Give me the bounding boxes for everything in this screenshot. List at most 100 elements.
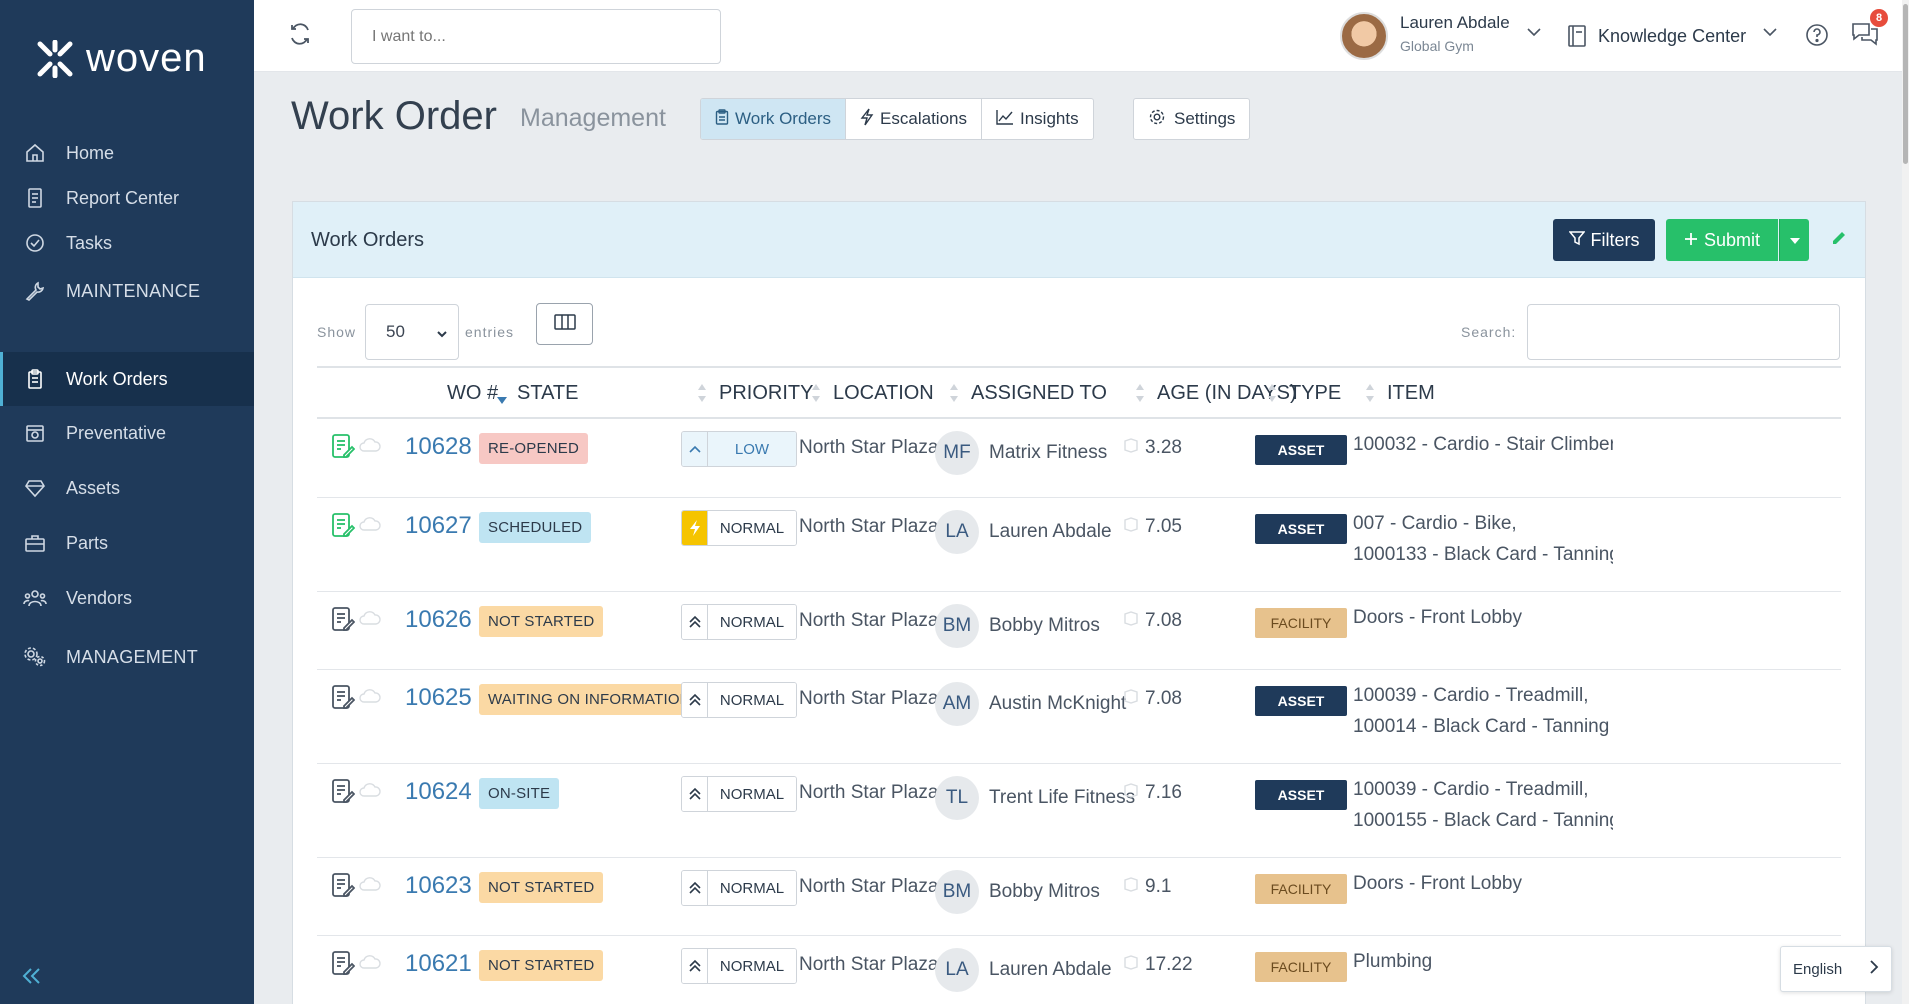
type-badge: FACILITY xyxy=(1255,952,1347,982)
status-badge: ON-SITE xyxy=(479,778,560,809)
knowledge-center-link[interactable]: Knowledge Center xyxy=(1598,26,1746,47)
edit-doc-icon[interactable] xyxy=(331,872,356,905)
priority-label: LOW xyxy=(708,432,796,466)
search-input[interactable] xyxy=(1527,304,1840,360)
wo-number-link[interactable]: 10627 xyxy=(405,512,472,540)
double-chevron-up-icon xyxy=(682,949,708,983)
priority-label: NORMAL xyxy=(708,777,796,811)
edit-doc-icon[interactable] xyxy=(331,684,356,717)
wo-number-link[interactable]: 10625 xyxy=(405,684,472,712)
item-cell: 100039 - Cardio - Treadmill, 1000155 - B… xyxy=(1353,774,1613,836)
wo-number-link[interactable]: 10626 xyxy=(405,606,472,634)
sidebar-item-vendors[interactable]: Vendors xyxy=(0,571,254,625)
column-header-state[interactable]: STATE xyxy=(517,382,578,405)
table-row[interactable]: 10624 ON-SITE NORMAL North Star Plaza TL… xyxy=(317,764,1841,858)
wo-number-link[interactable]: 10623 xyxy=(405,872,472,900)
submit-dropdown-button[interactable] xyxy=(1779,219,1809,261)
priority-label: NORMAL xyxy=(708,683,796,717)
chevron-down-icon[interactable] xyxy=(1762,24,1778,45)
age-cell: 7.08 xyxy=(1123,610,1182,632)
column-header-priority[interactable]: PRIORITY xyxy=(719,382,813,405)
priority-label: NORMAL xyxy=(708,949,796,983)
sort-icon[interactable] xyxy=(811,382,821,404)
column-header-item[interactable]: ITEM xyxy=(1387,382,1435,405)
wo-number-link[interactable]: 10628 xyxy=(405,433,472,461)
clock-icon xyxy=(1123,876,1139,898)
settings-button[interactable]: Settings xyxy=(1133,98,1251,140)
column-header-assigned-to[interactable]: ASSIGNED TO xyxy=(971,382,1107,405)
filters-button[interactable]: Filters xyxy=(1553,219,1655,261)
woven-logo-icon xyxy=(37,39,73,78)
sidebar: woven Home Report Center Tasks MAINTENAN… xyxy=(0,0,254,1004)
priority-badge: NORMAL xyxy=(681,682,797,718)
clock-icon xyxy=(1123,437,1139,459)
priority-badge: NORMAL xyxy=(681,948,797,984)
pencil-icon[interactable] xyxy=(1831,230,1847,251)
edit-doc-icon[interactable] xyxy=(331,950,356,983)
edit-doc-icon[interactable] xyxy=(331,778,356,811)
priority-label: NORMAL xyxy=(708,511,796,545)
sort-desc-icon[interactable] xyxy=(497,392,507,410)
tab-work-orders[interactable]: Work Orders xyxy=(701,99,847,139)
table-row[interactable]: 10627 SCHEDULED NORMAL North Star Plaza … xyxy=(317,498,1841,592)
priority-badge: NORMAL xyxy=(681,870,797,906)
sidebar-item-management[interactable]: MANAGEMENT xyxy=(0,630,254,684)
sidebar-item-tasks[interactable]: Tasks xyxy=(0,216,254,270)
refresh-icon[interactable] xyxy=(288,22,312,51)
submit-button[interactable]: Submit xyxy=(1666,219,1778,261)
entries-select[interactable]: 50 xyxy=(365,304,459,360)
logo[interactable]: woven xyxy=(36,36,207,81)
column-header-type[interactable]: TYPE xyxy=(1289,382,1341,405)
entries-label: entries xyxy=(465,324,515,340)
help-icon[interactable] xyxy=(1804,22,1830,53)
assignee: BM Bobby Mitros xyxy=(935,870,1100,914)
sort-icon[interactable] xyxy=(1135,382,1145,404)
table-row[interactable]: 10625 WAITING ON INFORMATION NORMAL Nort… xyxy=(317,670,1841,764)
sidebar-item-maintenance[interactable]: MAINTENANCE xyxy=(0,264,254,318)
sort-icon[interactable] xyxy=(697,382,707,404)
sidebar-item-assets[interactable]: Assets xyxy=(0,461,254,515)
type-badge: FACILITY xyxy=(1255,608,1347,638)
collapse-sidebar-icon[interactable] xyxy=(22,960,42,992)
avatar: BM xyxy=(935,604,979,648)
i-want-to-input[interactable] xyxy=(351,9,721,64)
priority-badge: NORMAL xyxy=(681,604,797,640)
sidebar-item-preventative[interactable]: Preventative xyxy=(0,406,254,460)
priority-label: NORMAL xyxy=(708,871,796,905)
chevron-down-icon[interactable] xyxy=(1526,24,1542,45)
item-line: Plumbing xyxy=(1353,951,1433,972)
topbar: Lauren Abdale Global Gym Knowledge Cente… xyxy=(254,0,1909,72)
sidebar-item-parts[interactable]: Parts xyxy=(0,516,254,570)
wo-number-link[interactable]: 10624 xyxy=(405,778,472,806)
item-line: 100039 - Cardio - Treadmill, xyxy=(1353,685,1589,706)
tab-escalations[interactable]: Escalations xyxy=(846,99,982,139)
tab-insights[interactable]: Insights xyxy=(982,99,1093,139)
edit-doc-icon[interactable] xyxy=(331,606,356,639)
type-badge: ASSET xyxy=(1255,514,1347,544)
sort-icon[interactable] xyxy=(949,382,959,404)
table-row[interactable]: 10623 NOT STARTED NORMAL North Star Plaz… xyxy=(317,858,1841,936)
avatar[interactable] xyxy=(1340,12,1388,60)
priority-badge: NORMAL xyxy=(681,776,797,812)
cloud-icon xyxy=(359,437,381,458)
sidebar-item-work-orders[interactable]: Work Orders xyxy=(0,352,254,406)
table-row[interactable]: 10626 NOT STARTED NORMAL North Star Plaz… xyxy=(317,592,1841,670)
scrollbar-thumb[interactable] xyxy=(1903,4,1908,164)
edit-doc-icon[interactable] xyxy=(331,512,356,545)
table-row[interactable]: 10621 NOT STARTED NORMAL North Star Plaz… xyxy=(317,936,1841,1004)
sort-icon[interactable] xyxy=(1267,382,1277,404)
language-selector[interactable]: English xyxy=(1780,946,1892,992)
column-toggle-button[interactable] xyxy=(536,303,593,345)
user-name[interactable]: Lauren Abdale xyxy=(1400,13,1510,33)
book-icon[interactable] xyxy=(1566,24,1588,53)
wo-number-link[interactable]: 10621 xyxy=(405,950,472,978)
sort-icon[interactable] xyxy=(1365,382,1375,404)
toolbox-icon xyxy=(22,530,48,556)
table-row[interactable]: 10628 RE-OPENED LOW North Star Plaza MF … xyxy=(317,419,1841,498)
column-header-wo[interactable]: WO # xyxy=(447,382,498,405)
assignee-name: Matrix Fitness xyxy=(989,442,1108,463)
edit-doc-icon[interactable] xyxy=(331,433,356,466)
column-header-location[interactable]: LOCATION xyxy=(833,382,934,405)
sidebar-item-label: Work Orders xyxy=(66,368,168,389)
cloud-icon xyxy=(359,782,381,803)
